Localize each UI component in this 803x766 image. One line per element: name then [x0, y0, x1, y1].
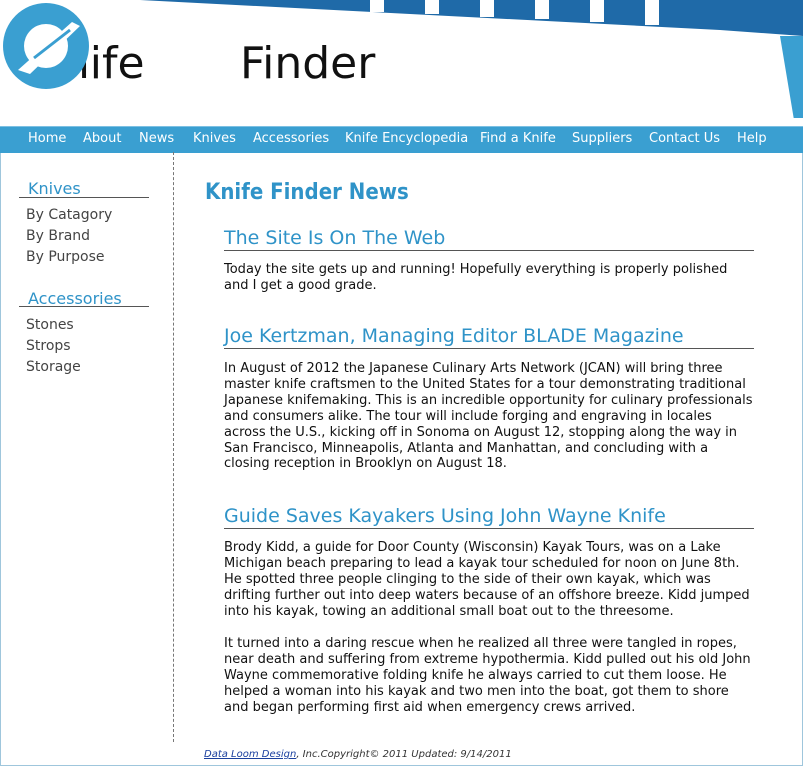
footer-copyright: , Inc.Copyright© 2011 Updated: 9/14/2011	[296, 749, 512, 760]
nav-knives[interactable]: Knives	[193, 131, 236, 146]
nav-knife-encyclopedia[interactable]: Knife Encyclopedia	[345, 131, 468, 146]
site-header: Knife Finder	[0, 0, 803, 126]
footer-link-data-loom-design[interactable]: Data Loom Design	[204, 749, 296, 760]
sidebar-link-by-catagory[interactable]: By Catagory	[26, 207, 112, 223]
nav-news[interactable]: News	[139, 131, 174, 146]
main-nav: Home About News Knives Accessories Knife…	[0, 126, 803, 153]
knife-finder-logo-icon	[3, 3, 89, 89]
nav-suppliers[interactable]: Suppliers	[572, 131, 632, 146]
article-paragraph: Today the site gets up and running! Hope…	[224, 262, 728, 293]
nav-home[interactable]: Home	[28, 131, 66, 146]
page-title: Knife Finder News	[205, 180, 409, 205]
sidebar-divider	[173, 152, 174, 742]
nav-help[interactable]: Help	[737, 131, 767, 146]
sidebar-rule-knives	[19, 197, 149, 198]
nav-accessories[interactable]: Accessories	[253, 131, 329, 146]
nav-contact-us[interactable]: Contact Us	[649, 131, 720, 146]
logo-text-finder: Finder	[240, 38, 376, 89]
article-paragraph: In August of 2012 the Japanese Culinary …	[224, 361, 753, 472]
article-title: The Site Is On The Web	[224, 227, 754, 251]
article-title: Guide Saves Kayakers Using John Wayne Kn…	[224, 505, 754, 529]
sidebar-link-strops[interactable]: Strops	[26, 338, 71, 354]
sidebar-rule-accessories	[19, 306, 149, 307]
sidebar-heading-knives[interactable]: Knives	[28, 179, 81, 198]
sidebar-link-by-purpose[interactable]: By Purpose	[26, 249, 105, 265]
sidebar-link-stones[interactable]: Stones	[26, 317, 74, 333]
sidebar-link-storage[interactable]: Storage	[26, 359, 81, 375]
article-paragraph: Brody Kidd, a guide for Door County (Wis…	[224, 540, 750, 619]
nav-find-a-knife[interactable]: Find a Knife	[480, 131, 556, 146]
nav-about[interactable]: About	[83, 131, 121, 146]
sidebar-link-by-brand[interactable]: By Brand	[26, 228, 90, 244]
footer: Data Loom Design, Inc.Copyright© 2011 Up…	[204, 749, 512, 760]
article-title: Joe Kertzman, Managing Editor BLADE Maga…	[224, 325, 754, 349]
article-paragraph: It turned into a daring rescue when he r…	[224, 636, 751, 715]
